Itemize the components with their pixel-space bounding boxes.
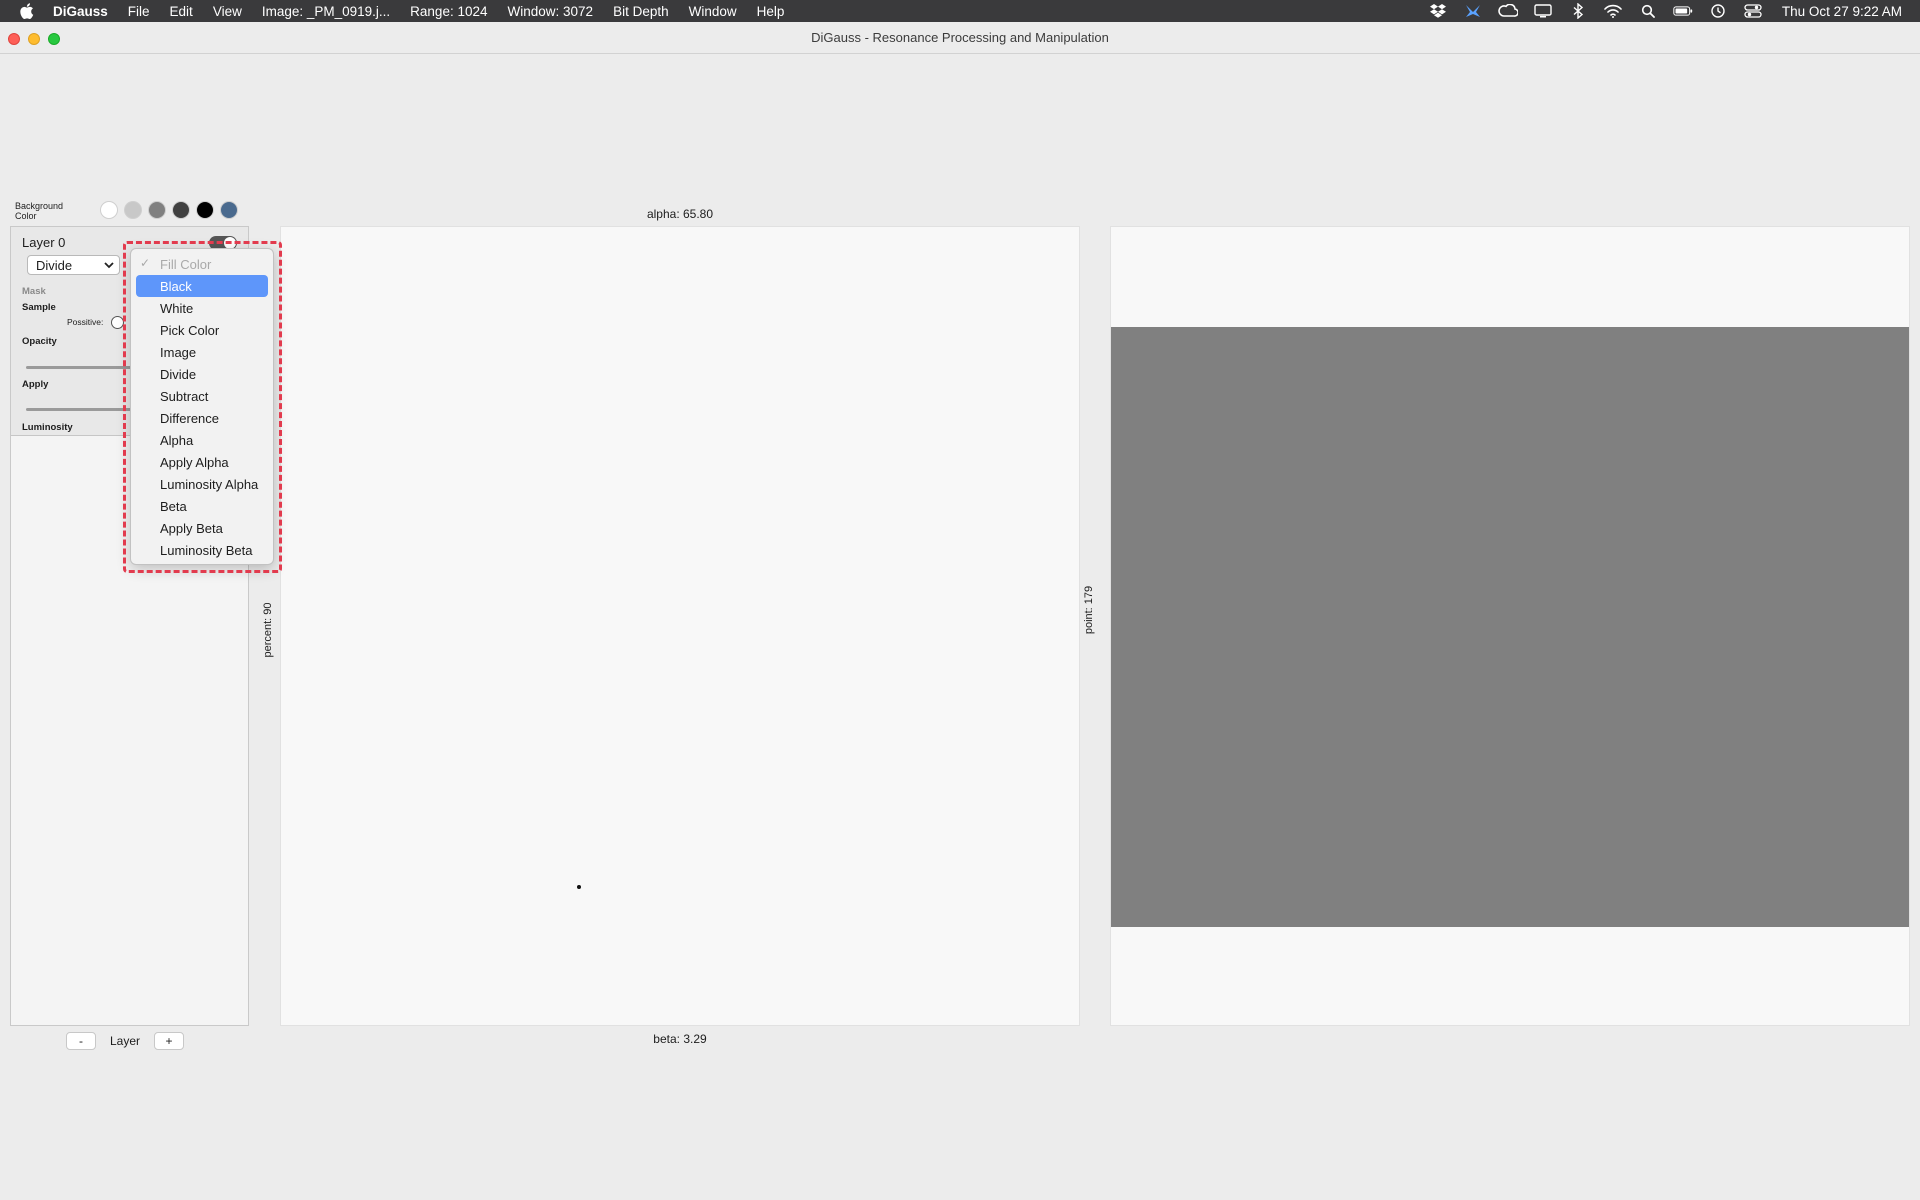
window-title: DiGauss - Resonance Processing and Manip…	[811, 30, 1109, 45]
image-preview	[1111, 327, 1909, 927]
opacity-label: Opacity	[22, 336, 57, 347]
blend-mode-value: Divide	[36, 257, 73, 273]
percent-label: percent: 90	[262, 602, 274, 658]
layer-controls-label: Layer	[110, 1034, 141, 1048]
swatch-white[interactable]	[100, 201, 118, 219]
luminosity-label: Luminosity	[22, 422, 73, 433]
blend-mode-select[interactable]: Divide	[27, 255, 120, 275]
menu-app-name[interactable]: DiGauss	[53, 4, 118, 19]
menu-help[interactable]: Help	[747, 4, 795, 19]
menu-view[interactable]: View	[203, 4, 252, 19]
popup-item-luminosity-beta[interactable]: Luminosity Beta	[136, 539, 268, 561]
add-layer-button[interactable]: +	[154, 1032, 185, 1050]
popup-item-divide[interactable]: Divide	[136, 363, 268, 385]
menubar-clock[interactable]: Thu Oct 27 9:22 AM	[1782, 4, 1902, 19]
swatch-dark-gray[interactable]	[172, 201, 190, 219]
layer-controls: - Layer +	[66, 1032, 185, 1050]
popup-item-white[interactable]: White	[136, 297, 268, 319]
checkmark-icon: ✓	[140, 256, 151, 270]
apply-label: Apply	[22, 379, 49, 390]
dropbox-icon[interactable]	[1428, 3, 1448, 19]
layer-title: Layer 0	[22, 235, 66, 250]
sample-label: Sample	[22, 302, 56, 313]
apple-menu-icon[interactable]	[19, 3, 35, 19]
menu-window[interactable]: Window	[679, 4, 747, 19]
popup-item-apply-alpha[interactable]: Apply Alpha	[136, 451, 268, 473]
popup-item-image[interactable]: Image	[136, 341, 268, 363]
background-swatches	[100, 201, 238, 219]
fill-color-popup-menu: ✓ Fill Color Black White Pick Color Imag…	[130, 248, 274, 565]
background-color-label: Background Color	[15, 201, 64, 221]
menu-image[interactable]: Image: _PM_0919.j...	[252, 4, 400, 19]
point-label: point: 179	[1083, 585, 1095, 635]
status-area: Thu Oct 27 9:22 AM	[1428, 0, 1902, 22]
popup-item-black[interactable]: Black	[136, 275, 268, 297]
popup-item-luminosity-alpha[interactable]: Luminosity Alpha	[136, 473, 268, 495]
display-icon[interactable]	[1533, 3, 1553, 19]
menu-window-size[interactable]: Window: 3072	[498, 4, 604, 19]
swatch-gray[interactable]	[148, 201, 166, 219]
apply-slider[interactable]	[26, 408, 136, 411]
swatch-blue[interactable]	[220, 201, 238, 219]
possitive-radio[interactable]	[111, 316, 124, 329]
popup-item-alpha[interactable]: Alpha	[136, 429, 268, 451]
possitive-label: Possitive:	[67, 317, 104, 327]
opacity-slider[interactable]	[26, 366, 136, 369]
control-center-icon[interactable]	[1743, 3, 1763, 19]
menu-file[interactable]: File	[118, 4, 160, 19]
menu-range[interactable]: Range: 1024	[400, 4, 497, 19]
gaussian-canvas[interactable]	[280, 226, 1080, 1026]
remove-layer-button[interactable]: -	[66, 1032, 96, 1050]
beta-label: beta: 3.29	[653, 1032, 707, 1046]
popup-item-subtract[interactable]: Subtract	[136, 385, 268, 407]
bluetooth-icon[interactable]	[1568, 3, 1588, 19]
time-machine-icon[interactable]	[1708, 3, 1728, 19]
control-point[interactable]	[577, 885, 581, 889]
popup-item-apply-beta[interactable]: Apply Beta	[136, 517, 268, 539]
menu-bar: DiGauss File Edit View Image: _PM_0919.j…	[0, 0, 1920, 22]
swatch-black[interactable]	[196, 201, 214, 219]
popup-item-beta[interactable]: Beta	[136, 495, 268, 517]
mask-label: Mask	[22, 286, 46, 297]
bird-icon[interactable]	[1463, 3, 1483, 19]
menu-edit[interactable]: Edit	[160, 4, 203, 19]
swatch-light-gray[interactable]	[124, 201, 142, 219]
wifi-icon[interactable]	[1603, 3, 1623, 19]
chevron-down-icon	[103, 258, 115, 275]
preview-canvas[interactable]	[1110, 226, 1910, 1026]
popup-item-pick-color[interactable]: Pick Color	[136, 319, 268, 341]
popup-header-fill-color: ✓ Fill Color	[136, 253, 268, 275]
popup-header-label: Fill Color	[160, 256, 212, 272]
battery-icon[interactable]	[1673, 3, 1693, 19]
alpha-label: alpha: 65.80	[646, 207, 714, 221]
popup-item-difference[interactable]: Difference	[136, 407, 268, 429]
window-titlebar: DiGauss - Resonance Processing and Manip…	[0, 22, 1920, 54]
creative-cloud-icon[interactable]	[1498, 3, 1518, 19]
menu-bit-depth[interactable]: Bit Depth	[603, 4, 679, 19]
search-icon[interactable]	[1638, 3, 1658, 19]
